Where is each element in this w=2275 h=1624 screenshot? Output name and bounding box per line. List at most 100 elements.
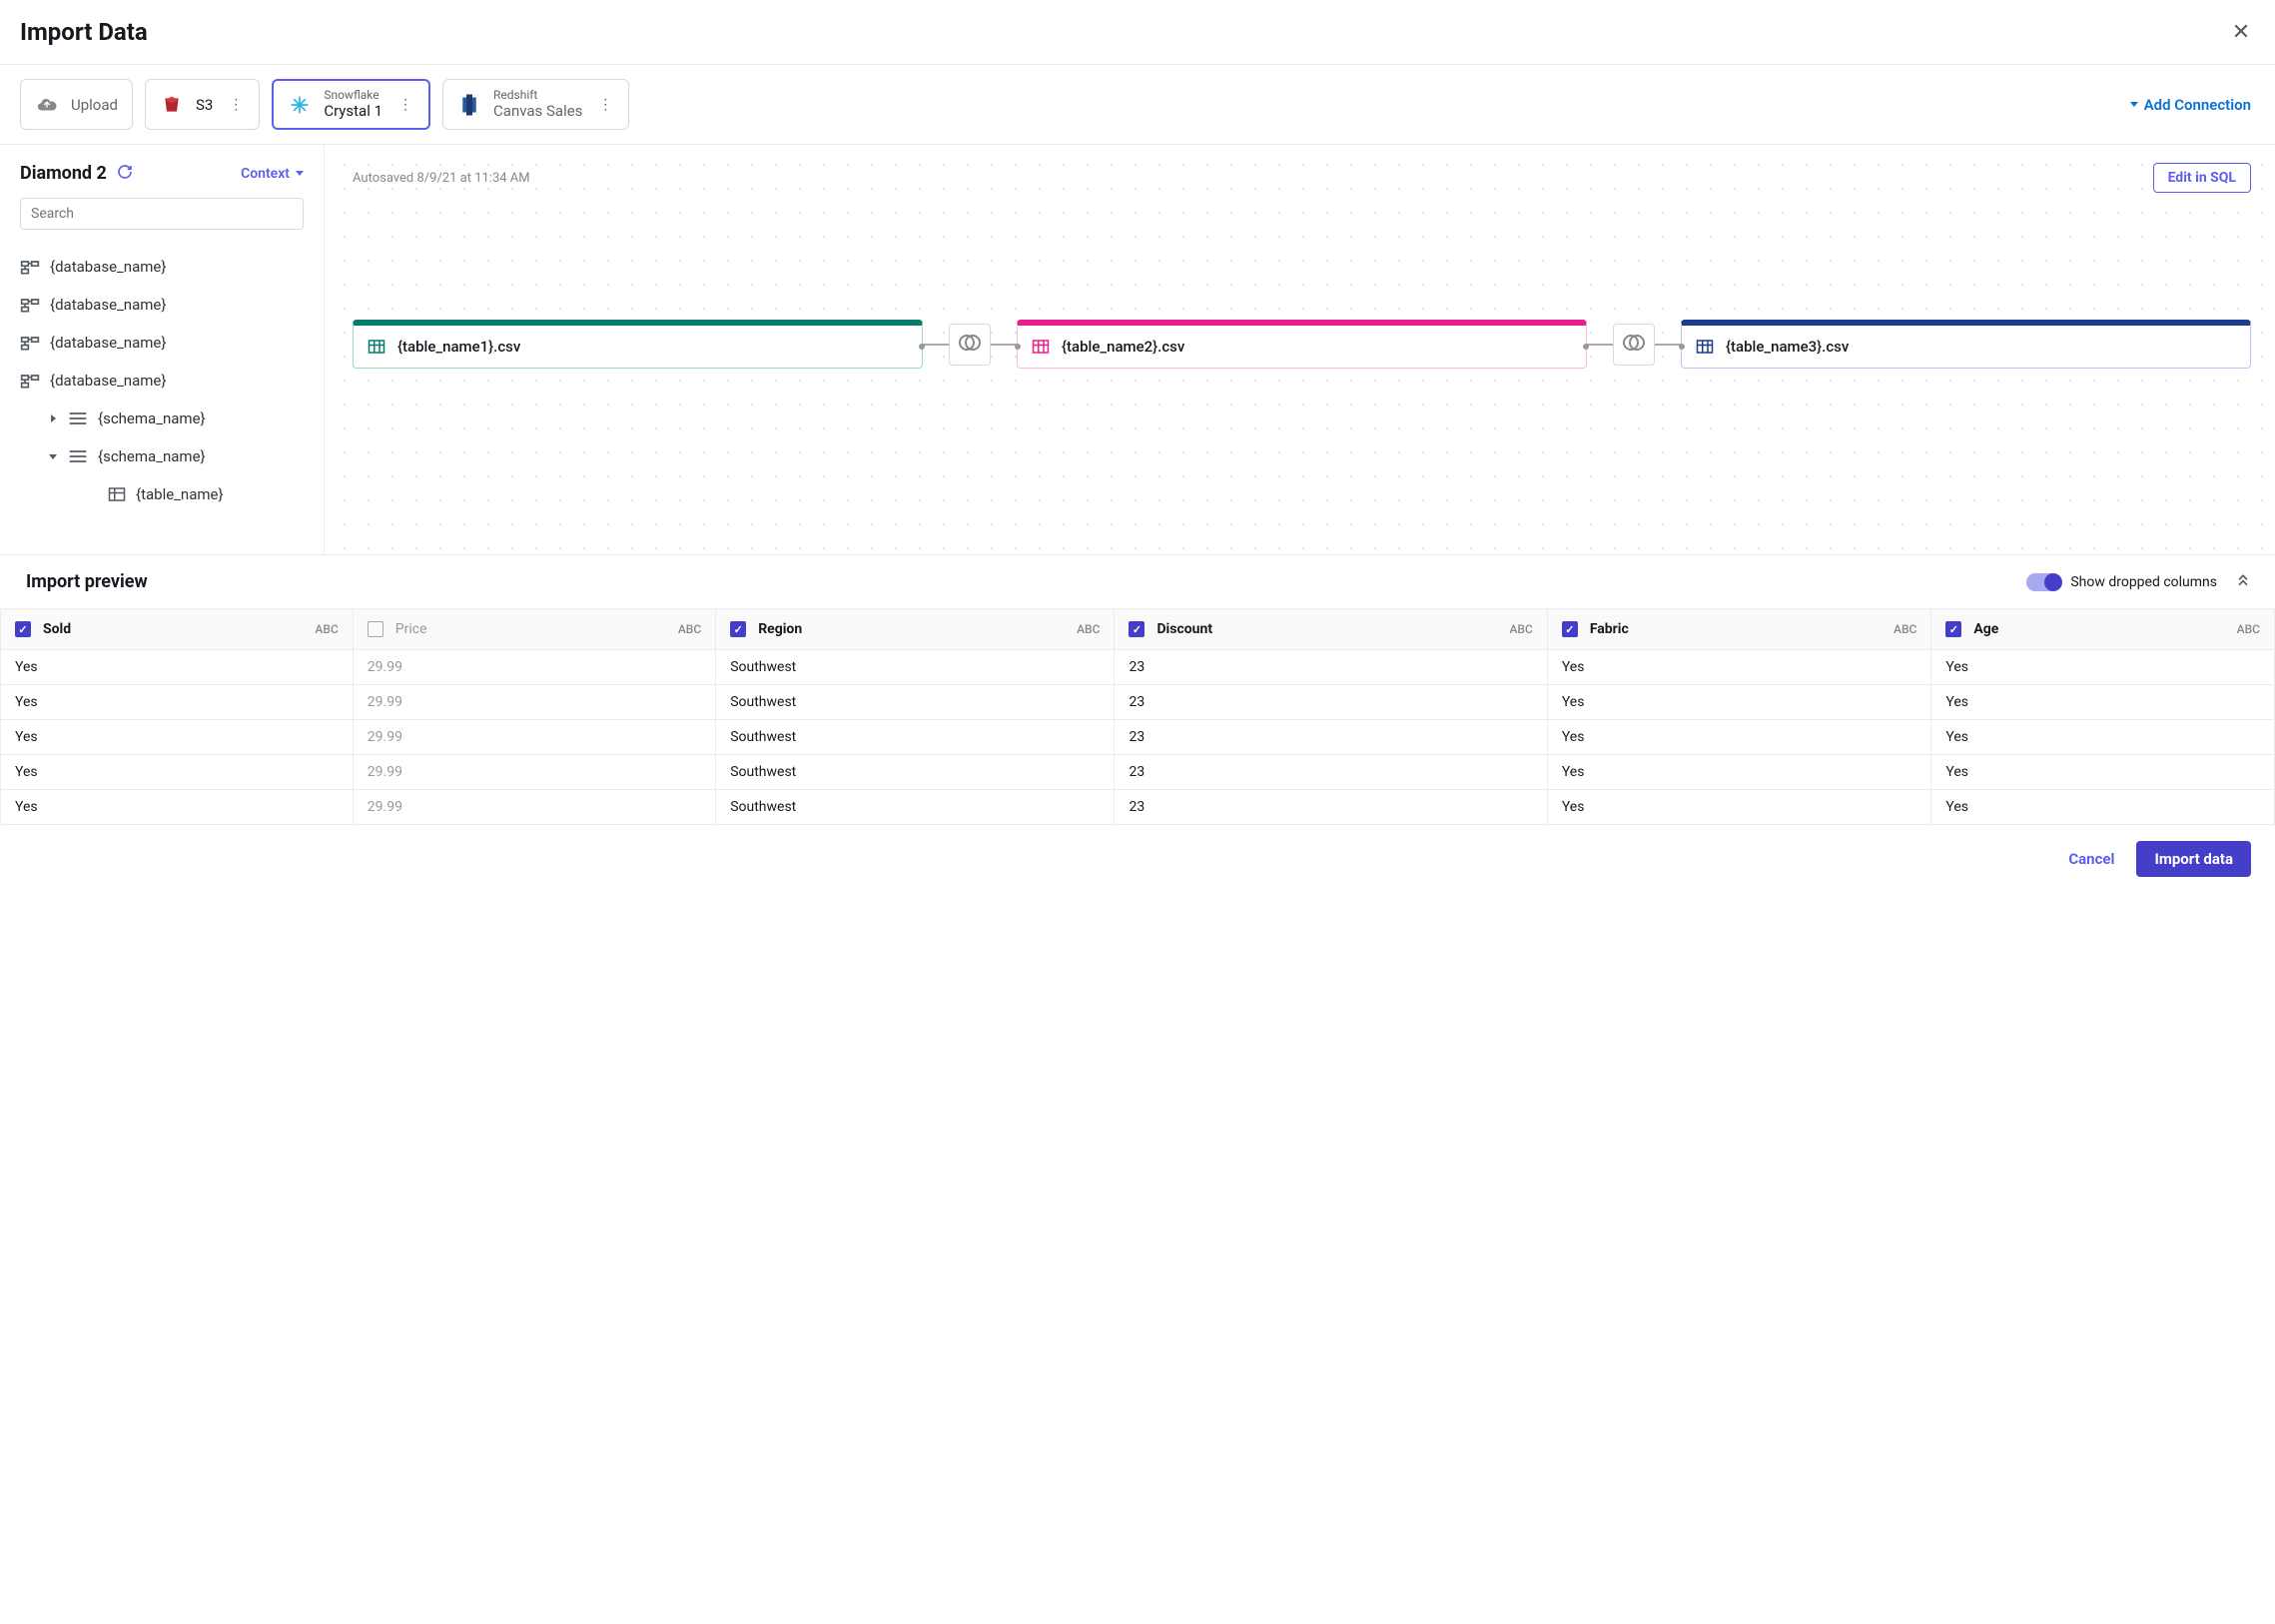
table-row: Yes29.99Southwest23YesYes (1, 685, 2275, 720)
table-cell: Southwest (716, 720, 1115, 755)
table-row: Yes29.99Southwest23YesYes (1, 755, 2275, 790)
preview-header: Import preview Show dropped columns (0, 555, 2275, 608)
kebab-icon[interactable]: ⋮ (229, 97, 245, 113)
database-icon (20, 296, 40, 314)
tree-database[interactable]: {database_name} (20, 324, 304, 362)
column-name: Sold (43, 621, 71, 637)
column-checkbox[interactable] (368, 621, 383, 637)
collapse-icon[interactable] (2235, 572, 2251, 592)
join-node-1[interactable] (949, 324, 991, 366)
tree-schema[interactable]: {schema_name} (20, 400, 304, 437)
autosave-text: Autosaved 8/9/21 at 11:34 AM (353, 171, 530, 186)
kebab-icon[interactable]: ⋮ (598, 97, 614, 113)
cancel-button[interactable]: Cancel (2068, 850, 2114, 868)
tree-database[interactable]: {database_name} (20, 286, 304, 324)
connector-line (923, 344, 949, 346)
column-type-badge: ABC (2237, 622, 2260, 636)
connector-dot (919, 344, 925, 350)
connector-dot (1015, 344, 1021, 350)
flow-node-label: {table_name3}.csv (1726, 338, 1849, 356)
tree-database[interactable]: {database_name} (20, 362, 304, 400)
tree-label: {database_name} (50, 372, 166, 390)
s3-chip[interactable]: S3 ⋮ (145, 79, 260, 130)
column-header[interactable]: ✓DiscountABC (1115, 609, 1547, 650)
preview-controls: Show dropped columns (2026, 572, 2251, 592)
table-cell: Yes (1547, 790, 1931, 825)
table-cell: Yes (1547, 685, 1931, 720)
connector-line (991, 344, 1017, 346)
snowflake-chip[interactable]: Snowflake Crystal 1 ⋮ (272, 79, 430, 130)
main-area: Diamond 2 Context {database_name} {datab… (0, 145, 2275, 554)
header: Import Data ✕ (0, 0, 2275, 65)
table-cell: Yes (1931, 685, 2275, 720)
schema-icon (68, 448, 88, 464)
table-cell: 23 (1115, 685, 1547, 720)
context-label: Context (241, 166, 290, 182)
refresh-icon[interactable] (117, 164, 133, 184)
database-icon (20, 372, 40, 390)
join-node-2[interactable] (1613, 324, 1655, 366)
column-header[interactable]: ✓RegionABC (716, 609, 1115, 650)
kebab-icon[interactable]: ⋮ (398, 97, 414, 113)
snowflake-icon (288, 93, 312, 117)
search-input[interactable] (20, 198, 304, 230)
flow: {table_name1}.csv {table_name2}.csv (353, 320, 2251, 369)
context-dropdown[interactable]: Context (241, 166, 304, 182)
connector-dot (1679, 344, 1685, 350)
sidebar-top: Diamond 2 Context (20, 163, 304, 184)
column-header[interactable]: ✓AgeABC (1931, 609, 2275, 650)
snowflake-top-label: Snowflake (324, 89, 382, 103)
column-type-badge: ABC (1894, 622, 1916, 636)
canvas[interactable]: Autosaved 8/9/21 at 11:34 AM Edit in SQL… (325, 145, 2275, 554)
upload-label: Upload (71, 96, 118, 114)
sidebar-title: Diamond 2 (20, 163, 107, 184)
tree-label: {schema_name} (98, 447, 206, 465)
column-checkbox[interactable]: ✓ (1562, 621, 1578, 637)
database-icon (20, 334, 40, 352)
connector-dot (1583, 344, 1589, 350)
column-checkbox[interactable]: ✓ (15, 621, 31, 637)
table-cell: Yes (1, 755, 354, 790)
column-header[interactable]: ✓FabricABC (1547, 609, 1931, 650)
table-cell: Yes (1547, 720, 1931, 755)
table-icon (108, 486, 126, 502)
redshift-top-label: Redshift (493, 89, 582, 103)
table-row: Yes29.99Southwest23YesYes (1, 790, 2275, 825)
preview-table-wrap[interactable]: ✓ Sold ABC PriceABC✓RegionABC✓DiscountABC✓F… (0, 608, 2275, 825)
flow-node-3[interactable]: {table_name3}.csv (1681, 320, 2251, 369)
column-checkbox[interactable]: ✓ (1945, 621, 1961, 637)
caret-down-icon (2130, 102, 2138, 107)
close-button[interactable]: ✕ (2231, 22, 2251, 42)
caret-down-icon (296, 171, 304, 176)
redshift-texts: Redshift Canvas Sales (493, 89, 582, 120)
column-checkbox[interactable]: ✓ (1129, 621, 1144, 637)
add-connection-link[interactable]: Add Connection (2130, 96, 2251, 114)
tree: {database_name} {database_name} {databas… (20, 248, 304, 513)
snowflake-texts: Snowflake Crystal 1 (324, 89, 382, 120)
tree-label: {database_name} (50, 296, 166, 314)
tree-schema[interactable]: {schema_name} (20, 437, 304, 475)
table-cell: Southwest (716, 685, 1115, 720)
table-icon (1696, 339, 1714, 355)
table-header-row: ✓ Sold ABC PriceABC✓RegionABC✓DiscountABC✓F… (1, 609, 2275, 650)
flow-node-1[interactable]: {table_name1}.csv (353, 320, 923, 369)
table-cell: 23 (1115, 720, 1547, 755)
edit-sql-button[interactable]: Edit in SQL (2153, 163, 2251, 193)
tree-database[interactable]: {database_name} (20, 248, 304, 286)
redshift-chip[interactable]: Redshift Canvas Sales ⋮ (442, 79, 629, 130)
flow-node-2[interactable]: {table_name2}.csv (1017, 320, 1587, 369)
column-type-badge: ABC (315, 622, 338, 636)
column-type-badge: ABC (1077, 622, 1100, 636)
flow-node-label: {table_name2}.csv (1062, 338, 1184, 356)
tree-table[interactable]: {table_name} (20, 475, 304, 513)
import-data-button[interactable]: Import data (2136, 841, 2251, 877)
join-icon (958, 331, 982, 359)
redshift-icon (457, 93, 481, 117)
column-header[interactable]: ✓ Sold ABC (1, 609, 354, 650)
column-header[interactable]: PriceABC (353, 609, 715, 650)
upload-chip[interactable]: Upload (20, 79, 133, 130)
table-cell: Southwest (716, 650, 1115, 685)
column-checkbox[interactable]: ✓ (730, 621, 746, 637)
table-cell: Yes (1, 790, 354, 825)
show-dropped-toggle[interactable] (2026, 573, 2060, 591)
